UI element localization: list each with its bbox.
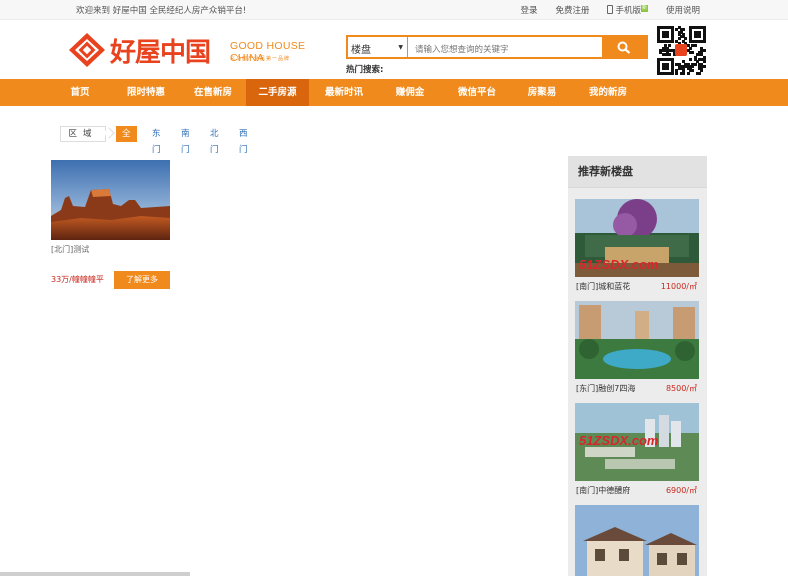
logo-emblem-icon xyxy=(69,33,105,67)
recommended-photo[interactable] xyxy=(575,505,699,576)
search-category-select[interactable]: 楼盘 ▼ xyxy=(348,37,408,57)
listing-card: [北门]测试 33万/幢幢幢平 了解更多 xyxy=(51,160,171,289)
recommended-photo[interactable]: 51ZSDX.com xyxy=(575,199,699,277)
qr-module xyxy=(702,39,706,43)
recommended-photo[interactable]: 51ZSDX.com xyxy=(575,403,699,481)
qr-module xyxy=(691,51,695,55)
search-input[interactable] xyxy=(409,37,604,57)
new-badge: 新 xyxy=(640,5,648,12)
nav-item-resale[interactable]: 二手房源 xyxy=(246,79,309,106)
watermark-text: 51ZSDX.com xyxy=(579,433,659,448)
filter-option-all[interactable]: 全部 xyxy=(116,126,137,155)
recommended-photo[interactable] xyxy=(575,301,699,379)
sidebar-title: 推荐新楼盘 xyxy=(568,156,707,188)
watermark-text: 51ZSDX.com xyxy=(579,257,659,272)
filter-option-east[interactable]: 东门 xyxy=(152,126,161,155)
recommended-item[interactable]: [东门]融创7四海 8500/㎡ xyxy=(575,301,699,395)
qr-module xyxy=(666,35,670,39)
filter-option-west[interactable]: 西门 xyxy=(239,126,248,155)
nav-item-home[interactable]: 首页 xyxy=(57,79,103,106)
qr-module xyxy=(689,58,692,61)
qr-module xyxy=(691,69,695,73)
recommended-name[interactable]: [南门]城和蓝花 xyxy=(576,281,630,292)
filter-option-north[interactable]: 北门 xyxy=(210,126,219,155)
site-logo[interactable]: 好屋中国 GOOD HOUSE CHINA 义乌房产全民第一品牌 xyxy=(68,32,338,68)
recommended-item[interactable]: 51ZSDX.com [南门]中德醴府 6900/㎡ xyxy=(575,403,699,497)
recommended-item[interactable]: 51ZSDX.com [南门]城和蓝花 11000/㎡ xyxy=(575,199,699,293)
search-button[interactable] xyxy=(602,37,646,57)
recommended-name[interactable]: [南门]中德醴府 xyxy=(576,485,630,496)
qr-module xyxy=(675,71,679,75)
qr-module xyxy=(682,71,686,75)
search-box: 楼盘 ▼ xyxy=(346,35,648,59)
filter-option-south[interactable]: 南门 xyxy=(181,126,190,155)
recommended-price: 8500/㎡ xyxy=(665,384,697,393)
recommended-price: 11000/㎡ xyxy=(660,282,697,291)
qr-module xyxy=(698,71,702,75)
recommended-item[interactable] xyxy=(575,505,699,576)
nav-item-new-homes[interactable]: 在售新房 xyxy=(185,79,241,106)
logo-slogan: 义乌房产全民第一品牌 xyxy=(230,56,291,62)
desert-image xyxy=(51,160,170,240)
main-nav: 首页 限时特惠 在售新房 二手房源 最新时讯 赚佣金 微信平台 房聚易 我的新房 xyxy=(0,79,788,106)
logo-text-cn: 好屋中国 xyxy=(110,38,211,68)
recommended-name[interactable]: [东门]融创7四海 xyxy=(576,383,635,394)
top-links: 登录 免费注册 手机版新 使用说明 xyxy=(520,4,700,16)
header: 好屋中国 GOOD HOUSE CHINA 义乌房产全民第一品牌 楼盘 ▼ 热门… xyxy=(0,20,788,78)
nav-item-commission[interactable]: 赚佣金 xyxy=(383,79,437,106)
nav-item-wechat[interactable]: 微信平台 xyxy=(449,79,505,106)
qr-module xyxy=(698,35,702,39)
register-link[interactable]: 免费注册 xyxy=(555,4,589,16)
qr-center-logo xyxy=(675,44,687,56)
listing-photo[interactable] xyxy=(51,160,170,240)
qr-module xyxy=(668,53,672,57)
nav-item-my-homes[interactable]: 我的新房 xyxy=(580,79,636,106)
listing-caption[interactable]: [北门]测试 xyxy=(51,244,171,255)
search-category-value: 楼盘 xyxy=(351,45,371,56)
listing-price: 33万/幢幢幢平 xyxy=(51,275,104,284)
dropdown-arrow-icon: ▼ xyxy=(398,44,403,51)
phone-icon xyxy=(607,5,614,14)
mobile-link[interactable]: 手机版新 xyxy=(607,4,648,16)
qr-module xyxy=(670,71,674,75)
recommended-price: 6900/㎡ xyxy=(665,486,697,495)
qr-code xyxy=(657,26,706,75)
qr-module xyxy=(666,67,670,71)
login-link[interactable]: 登录 xyxy=(520,4,537,16)
recommended-sidebar: 推荐新楼盘 51ZSDX.com [南门]城和蓝花 11000/㎡ [东门]融创… xyxy=(568,156,707,576)
top-bar: 欢迎来到 好屋中国 全民经纪人房产众销平台! 登录 免费注册 手机版新 使用说明 xyxy=(0,0,788,20)
nav-item-fangjuyi[interactable]: 房聚易 xyxy=(518,79,566,106)
nav-item-flash-sale[interactable]: 限时特惠 xyxy=(118,79,174,106)
qr-module xyxy=(670,39,674,43)
hot-search-label: 热门搜索: xyxy=(346,65,384,75)
qr-module xyxy=(693,44,697,48)
learn-more-button[interactable]: 了解更多 xyxy=(114,271,170,289)
nav-item-news[interactable]: 最新时讯 xyxy=(316,79,372,106)
help-link[interactable]: 使用说明 xyxy=(666,4,700,16)
welcome-text: 欢迎来到 好屋中国 全民经纪人房产众销平台! xyxy=(76,6,247,16)
filter-label: 区域 xyxy=(60,126,106,142)
horizontal-scrollbar[interactable] xyxy=(0,572,190,576)
qr-module xyxy=(686,71,690,75)
search-icon xyxy=(617,41,631,54)
mobile-label: 手机版 xyxy=(615,6,641,16)
